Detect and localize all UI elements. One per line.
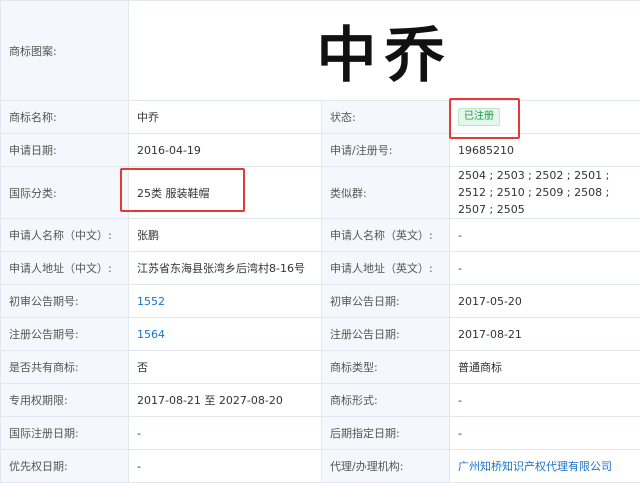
international-registration-date-label: 国际注册日期: <box>1 417 129 450</box>
registration-announcement-date-label: 注册公告日期: <box>322 318 450 351</box>
similar-groups-label: 类似群: <box>322 167 450 219</box>
exclusive-right-period-value: 2017-08-21 至 2027-08-20 <box>129 384 322 417</box>
preliminary-announcement-issue-link[interactable]: 1552 <box>137 295 165 308</box>
trademark-name-label: 商标名称: <box>1 101 129 134</box>
similar-groups-value: 2504 ; 2503 ; 2502 ; 2501 ; 2512 ; 2510 … <box>450 167 640 219</box>
priority-date-label: 优先权日期: <box>1 450 129 483</box>
trademark-type-label: 商标类型: <box>322 351 450 384</box>
international-class-value: 25类 服装鞋帽 <box>129 167 322 219</box>
applicant-address-cn-value: 江苏省东海县张湾乡后湾村8-16号 <box>129 252 322 285</box>
trademark-logo-image: 中乔 <box>317 21 453 91</box>
logo-label: 商标图案: <box>1 1 129 101</box>
exclusive-right-period-label: 专用权期限: <box>1 384 129 417</box>
later-designation-date-label: 后期指定日期: <box>322 417 450 450</box>
trademark-type-value: 普通商标 <box>450 351 640 384</box>
registration-number-label: 申请/注册号: <box>322 134 450 167</box>
registration-announcement-date-value: 2017-08-21 <box>450 318 640 351</box>
applicant-name-en-value: - <box>450 219 640 252</box>
trademark-form-label: 商标形式: <box>322 384 450 417</box>
application-date-value: 2016-04-19 <box>129 134 322 167</box>
preliminary-announcement-issue-label: 初审公告期号: <box>1 285 129 318</box>
registration-announcement-issue-link[interactable]: 1564 <box>137 328 165 341</box>
preliminary-announcement-date-value: 2017-05-20 <box>450 285 640 318</box>
trademark-name-value: 中乔 <box>129 101 322 134</box>
preliminary-announcement-date-label: 初审公告日期: <box>322 285 450 318</box>
agency-label: 代理/办理机构: <box>322 450 450 483</box>
priority-date-value: - <box>129 450 322 483</box>
trademark-detail-table: 商标图案: 中乔 商标名称: 中乔 状态: 已注册 申请日期: 2016-04-… <box>0 0 640 483</box>
status-badge: 已注册 <box>458 108 500 126</box>
applicant-address-en-value: - <box>450 252 640 285</box>
applicant-address-en-label: 申请人地址（英文）: <box>322 252 450 285</box>
applicant-name-en-label: 申请人名称（英文）: <box>322 219 450 252</box>
agency-link[interactable]: 广州知桥知识产权代理有限公司 <box>458 460 612 473</box>
shared-trademark-value: 否 <box>129 351 322 384</box>
applicant-name-cn-value: 张鹏 <box>129 219 322 252</box>
shared-trademark-label: 是否共有商标: <box>1 351 129 384</box>
application-date-label: 申请日期: <box>1 134 129 167</box>
applicant-address-cn-label: 申请人地址（中文）: <box>1 252 129 285</box>
international-registration-date-value: - <box>129 417 322 450</box>
international-class-label: 国际分类: <box>1 167 129 219</box>
trademark-logo-cell: 中乔 <box>129 1 640 101</box>
registration-announcement-issue-label: 注册公告期号: <box>1 318 129 351</box>
registration-number-value: 19685210 <box>450 134 640 167</box>
status-label: 状态: <box>322 101 450 134</box>
applicant-name-cn-label: 申请人名称（中文）: <box>1 219 129 252</box>
trademark-form-value: - <box>450 384 640 417</box>
later-designation-date-value: - <box>450 417 640 450</box>
logo-row: 商标图案: 中乔 <box>1 1 640 101</box>
